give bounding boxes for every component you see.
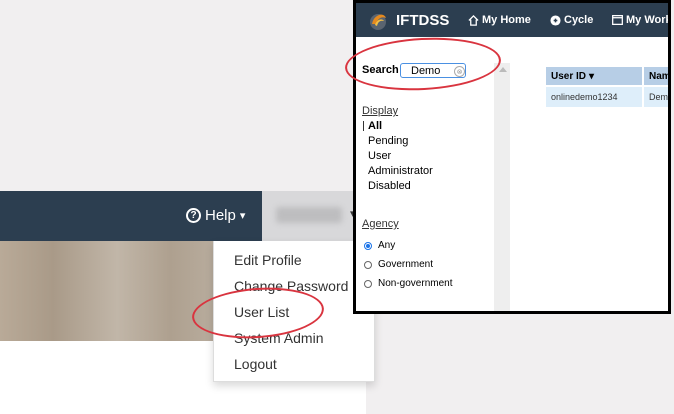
agency-heading: Agency xyxy=(362,218,399,230)
agency-option-government[interactable]: Government xyxy=(378,259,433,270)
nav-cycle[interactable]: Cycle xyxy=(550,14,593,26)
question-circle-icon: ? xyxy=(186,208,201,223)
user-name-redacted xyxy=(276,207,342,223)
cycle-icon xyxy=(550,14,561,26)
help-label: Help xyxy=(205,207,236,224)
scroll-up-arrow-icon[interactable] xyxy=(499,67,507,72)
window-icon xyxy=(612,15,623,25)
nav-my-home-label: My Home xyxy=(482,14,531,26)
agency-radio-government[interactable] xyxy=(364,261,372,269)
agency-radio-any[interactable] xyxy=(364,242,372,250)
agency-option-non-government[interactable]: Non-government xyxy=(378,278,452,289)
brand-title[interactable]: IFTDSS xyxy=(396,12,449,29)
display-option-all[interactable]: All xyxy=(368,120,382,132)
inset-header: IFTDSS My Home Cycle My Works xyxy=(356,3,668,37)
caret-down-icon: ▾ xyxy=(239,210,246,222)
display-heading: Display xyxy=(362,105,399,117)
nav-cycle-label: Cycle xyxy=(564,14,594,26)
agency-option-any[interactable]: Any xyxy=(378,240,395,251)
edit-profile-item[interactable]: Edit Profile xyxy=(234,252,302,268)
nav-my-works-label: My Works xyxy=(626,14,668,26)
sidebar-scrollbar[interactable] xyxy=(494,63,510,311)
help-menu-button[interactable]: ? Help ▾ xyxy=(186,207,245,224)
column-header-user-id[interactable]: User ID ▾ xyxy=(546,67,642,85)
agency-radio-non-government[interactable] xyxy=(364,280,372,288)
nav-my-home[interactable]: My Home xyxy=(468,14,531,26)
display-option-user[interactable]: User xyxy=(368,150,391,162)
column-header-name[interactable]: Name xyxy=(644,67,668,85)
table-cell-name[interactable]: Demo xyxy=(644,87,668,107)
display-selected-marker xyxy=(363,121,364,131)
nav-my-works[interactable]: My Works xyxy=(612,14,668,26)
table-cell-user-id[interactable]: onlinedemo1234 xyxy=(546,87,642,107)
logout-item[interactable]: Logout xyxy=(234,356,277,372)
home-icon xyxy=(468,14,479,26)
user-id-header-label: User ID xyxy=(551,70,587,82)
sort-caret-icon: ▾ xyxy=(589,70,595,82)
banner-image xyxy=(0,241,213,341)
display-option-pending[interactable]: Pending xyxy=(368,135,408,147)
display-option-administrator[interactable]: Administrator xyxy=(368,165,433,177)
flame-logo-icon xyxy=(370,14,386,30)
display-option-disabled[interactable]: Disabled xyxy=(368,180,411,192)
